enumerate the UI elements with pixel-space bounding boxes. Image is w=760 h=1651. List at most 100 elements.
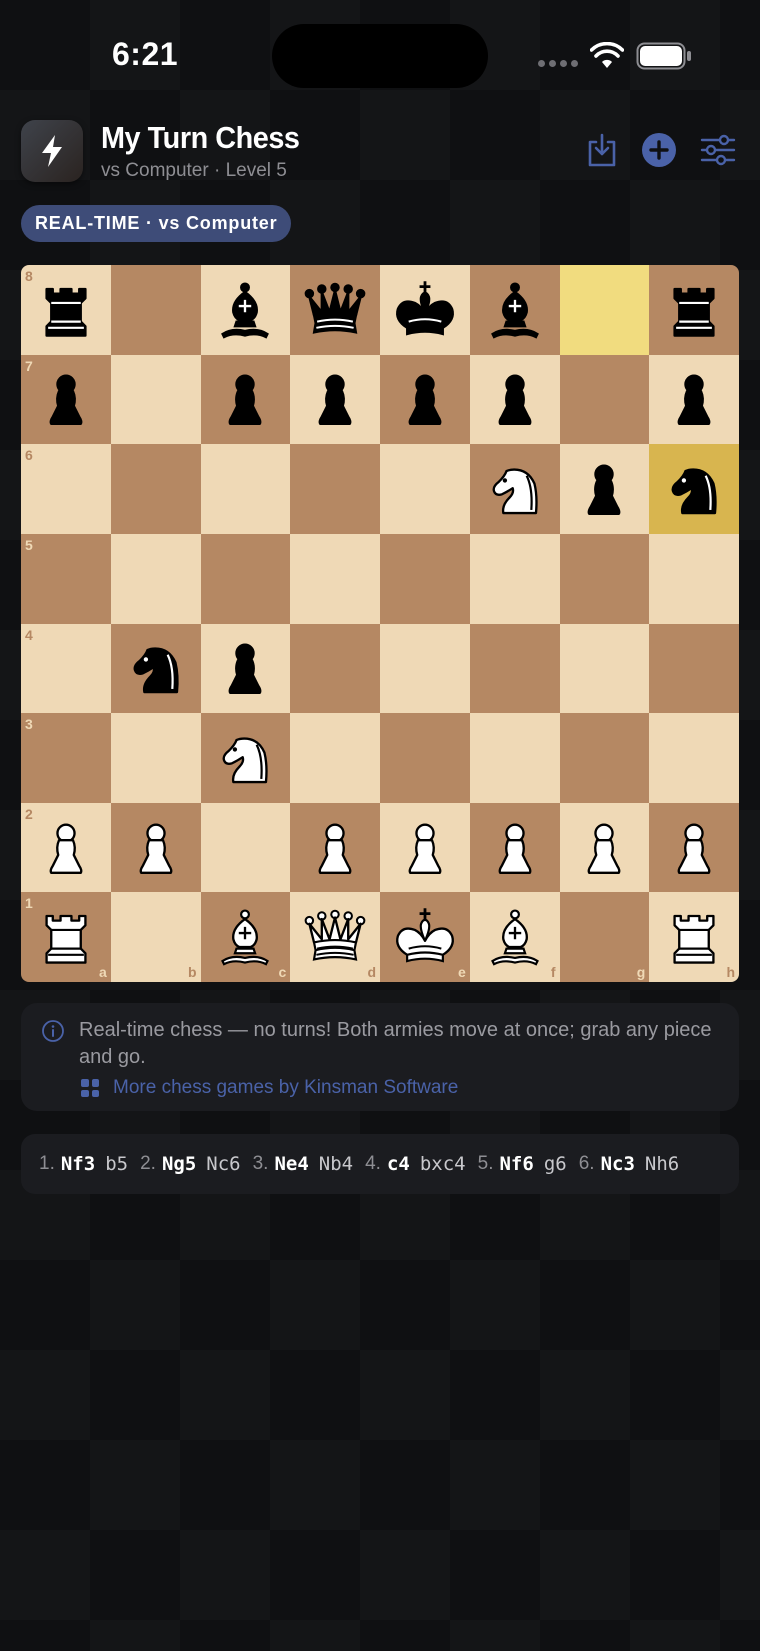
white-rook-icon[interactable]: [31, 902, 101, 972]
square-b4[interactable]: [110, 623, 201, 714]
black-rook-icon[interactable]: [31, 275, 101, 345]
black-pawn-icon[interactable]: [480, 364, 550, 434]
new-game-button[interactable]: [639, 130, 679, 170]
white-pawn-icon[interactable]: [121, 813, 191, 883]
square-f4[interactable]: [469, 623, 560, 714]
black-pawn-icon[interactable]: [210, 364, 280, 434]
square-d1[interactable]: d: [290, 892, 380, 982]
square-g5[interactable]: [559, 533, 650, 624]
square-c1[interactable]: c: [200, 892, 291, 982]
move-black[interactable]: Nh6: [645, 1153, 679, 1175]
white-queen-icon[interactable]: [300, 902, 370, 972]
white-knight-icon[interactable]: [480, 454, 550, 524]
square-b3[interactable]: [110, 713, 201, 803]
square-a5[interactable]: 5: [21, 533, 111, 624]
black-pawn-icon[interactable]: [210, 633, 280, 703]
move-white[interactable]: c4: [387, 1153, 410, 1175]
square-d7[interactable]: [290, 354, 380, 445]
square-e3[interactable]: [380, 713, 470, 803]
square-a3[interactable]: 3: [21, 713, 111, 803]
square-d5[interactable]: [290, 533, 380, 624]
square-d2[interactable]: [290, 802, 380, 893]
white-rook-icon[interactable]: [659, 902, 729, 972]
save-button[interactable]: [582, 130, 622, 170]
square-g2[interactable]: [559, 802, 650, 893]
square-c3[interactable]: [200, 713, 291, 803]
move-list[interactable]: 1. Nf3 b5 2. Ng5 Nc6 3. Ne4 Nb4 4. c4 bxc4 5. Nf6 g6 6.…: [21, 1134, 739, 1194]
square-c6[interactable]: [200, 444, 291, 534]
square-f7[interactable]: [469, 354, 560, 445]
square-b2[interactable]: [110, 802, 201, 893]
square-c4[interactable]: [200, 623, 291, 714]
square-g6[interactable]: [559, 444, 650, 534]
square-g8[interactable]: [559, 265, 650, 355]
square-g1[interactable]: g: [559, 892, 650, 982]
square-h7[interactable]: [649, 354, 739, 445]
square-e5[interactable]: [380, 533, 470, 624]
move-black[interactable]: Nb4: [319, 1153, 353, 1175]
move-white[interactable]: Nf3: [61, 1153, 95, 1175]
white-pawn-icon[interactable]: [390, 813, 460, 883]
square-h6[interactable]: [649, 444, 739, 534]
white-king-icon[interactable]: [390, 902, 460, 972]
move-white[interactable]: Nc3: [601, 1153, 635, 1175]
white-pawn-icon[interactable]: [659, 813, 729, 883]
white-bishop-icon[interactable]: [480, 902, 550, 972]
white-pawn-icon[interactable]: [300, 813, 370, 883]
square-b7[interactable]: [110, 354, 201, 445]
square-d3[interactable]: [290, 713, 380, 803]
move-black[interactable]: g6: [544, 1153, 567, 1175]
square-c7[interactable]: [200, 354, 291, 445]
square-a1[interactable]: 1a: [21, 892, 111, 982]
square-e7[interactable]: [380, 354, 470, 445]
black-bishop-icon[interactable]: [480, 275, 550, 345]
white-pawn-icon[interactable]: [31, 813, 101, 883]
black-knight-icon[interactable]: [659, 454, 729, 524]
square-e4[interactable]: [380, 623, 470, 714]
white-knight-icon[interactable]: [210, 723, 280, 793]
square-a7[interactable]: 7: [21, 354, 111, 445]
square-d6[interactable]: [290, 444, 380, 534]
square-c2[interactable]: [200, 802, 291, 893]
square-h1[interactable]: h: [649, 892, 739, 982]
move-white[interactable]: Ne4: [274, 1153, 308, 1175]
square-e8[interactable]: [380, 265, 470, 355]
black-pawn-icon[interactable]: [659, 364, 729, 434]
square-b1[interactable]: b: [110, 892, 201, 982]
white-pawn-icon[interactable]: [480, 813, 550, 883]
square-g4[interactable]: [559, 623, 650, 714]
black-queen-icon[interactable]: [300, 275, 370, 345]
black-pawn-icon[interactable]: [569, 454, 639, 524]
square-a4[interactable]: 4: [21, 623, 111, 714]
square-e1[interactable]: e: [380, 892, 470, 982]
square-b6[interactable]: [110, 444, 201, 534]
black-pawn-icon[interactable]: [300, 364, 370, 434]
move-white[interactable]: Nf6: [499, 1153, 533, 1175]
black-knight-icon[interactable]: [121, 633, 191, 703]
square-a8[interactable]: 8: [21, 265, 111, 355]
square-h2[interactable]: [649, 802, 739, 893]
settings-button[interactable]: [698, 130, 738, 170]
white-bishop-icon[interactable]: [210, 902, 280, 972]
square-c5[interactable]: [200, 533, 291, 624]
square-f8[interactable]: [469, 265, 560, 355]
black-king-icon[interactable]: [390, 275, 460, 345]
square-b8[interactable]: [110, 265, 201, 355]
square-e2[interactable]: [380, 802, 470, 893]
square-h8[interactable]: [649, 265, 739, 355]
square-g7[interactable]: [559, 354, 650, 445]
black-pawn-icon[interactable]: [390, 364, 460, 434]
square-f6[interactable]: [469, 444, 560, 534]
square-e6[interactable]: [380, 444, 470, 534]
black-pawn-icon[interactable]: [31, 364, 101, 434]
move-black[interactable]: bxc4: [420, 1153, 466, 1175]
move-white[interactable]: Ng5: [162, 1153, 196, 1175]
chess-board[interactable]: 87654321abcdefgh: [21, 265, 739, 982]
move-black[interactable]: b5: [105, 1153, 128, 1175]
square-f1[interactable]: f: [469, 892, 560, 982]
square-h4[interactable]: [649, 623, 739, 714]
more-games-link[interactable]: More chess games by Kinsman Software: [81, 1077, 458, 1099]
square-d4[interactable]: [290, 623, 380, 714]
square-b5[interactable]: [110, 533, 201, 624]
square-f2[interactable]: [469, 802, 560, 893]
